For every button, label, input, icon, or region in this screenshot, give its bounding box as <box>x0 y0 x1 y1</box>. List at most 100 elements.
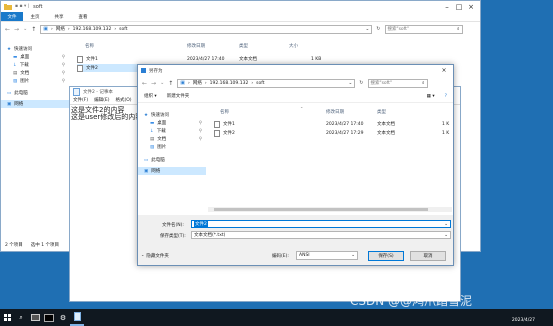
explorer-address-row: ← → ⌄ ↑ ▣ › 网络 › 192.168.109.132 › soft ⌄ ↻… <box>1 22 480 36</box>
refresh-icon[interactable]: ↻ <box>376 26 380 32</box>
back-icon[interactable]: ← <box>5 26 10 33</box>
address-dropdown-icon[interactable]: ⌄ <box>366 27 370 32</box>
refresh-icon[interactable]: ↻ <box>359 80 363 86</box>
text-file-icon <box>77 55 83 63</box>
nav-desktop[interactable]: ▬ 桌面 ⚲ <box>138 119 206 127</box>
nav-desktop[interactable]: ▬ 桌面 ⚲ <box>1 53 69 61</box>
path-host[interactable]: 192.168.109.132 <box>210 81 249 86</box>
dialog-bottom-panel: 文件名(N): 文件2 ⌄ 保存类型(T): 文本文档(*.txt) ⌄ ⌃ 隐… <box>138 215 453 265</box>
cancel-button[interactable]: 取消 <box>410 251 446 261</box>
item-count: 2 个项目 <box>5 243 23 248</box>
address-dropdown-icon[interactable]: ⌄ <box>349 81 353 86</box>
pin-icon: ⚲ <box>61 70 65 76</box>
settings-button[interactable]: ⚙ <box>56 309 70 326</box>
col-size[interactable]: 大小 <box>289 43 298 49</box>
view-options-icon[interactable]: ▦ ▾ <box>427 94 435 99</box>
picture-icon: ▨ <box>150 144 155 150</box>
dialog-toolbar: 组织 ▾ 新建文件夹 ▦ ▾ ? <box>138 90 453 103</box>
nav-pictures[interactable]: ▨ 图片 <box>138 143 206 151</box>
menu-format[interactable]: 格式(O) <box>115 97 131 103</box>
col-type[interactable]: 类型 <box>377 109 386 115</box>
server-manager-button[interactable] <box>28 309 42 326</box>
nav-network[interactable]: ▣ 网络 <box>1 100 69 108</box>
taskbar: ⌕ ⚙ 2023/4/27 <box>0 309 553 326</box>
forward-icon[interactable]: → <box>14 26 19 33</box>
recent-icon[interactable]: ⌄ <box>160 80 164 86</box>
col-date[interactable]: 修改日期 <box>187 43 205 49</box>
path-host[interactable]: 192.168.109.132 <box>73 27 112 32</box>
dialog-address-row: ← → ⌄ ↑ ▣ › 网络 › 192.168.109.132 › soft ⌄ ↻… <box>138 76 453 90</box>
search-taskbar-button[interactable]: ⌕ <box>14 309 28 326</box>
help-icon[interactable]: ? <box>445 94 447 99</box>
tab-home[interactable]: 主页 <box>23 14 47 20</box>
col-type[interactable]: 类型 <box>239 43 248 49</box>
nav-this-pc[interactable]: ▭ 此电脑 <box>138 156 206 164</box>
recent-icon[interactable]: ⌄ <box>23 26 27 32</box>
dialog-h-scrollbar[interactable] <box>208 207 452 212</box>
column-chevron-icon: ⌃ <box>300 106 304 111</box>
filename-input[interactable]: 文件2 ⌄ <box>191 220 451 228</box>
download-icon: ↓ <box>13 62 17 68</box>
path-soft[interactable]: soft <box>256 81 264 86</box>
path-network[interactable]: 网络 <box>56 26 65 32</box>
filename-label: 文件名(N): <box>162 223 184 228</box>
nav-quick-access[interactable]: ★ 快速访问 <box>1 45 69 53</box>
terminal-button[interactable] <box>42 309 56 326</box>
back-icon[interactable]: ← <box>142 80 147 87</box>
dialog-file-row[interactable]: 文件2 2023/4/27 17:29 文本文档 1 K <box>214 129 452 137</box>
tab-file[interactable]: 文件 <box>1 12 23 21</box>
col-name[interactable]: 名称 <box>85 43 94 49</box>
nav-this-pc[interactable]: ▭ 此电脑 <box>1 89 69 97</box>
forward-icon[interactable]: → <box>151 80 156 87</box>
document-icon: ▤ <box>150 136 155 142</box>
watermark: CSDN @@鸿爪踏雪泥 <box>350 294 473 308</box>
quick-toolbar[interactable]: ▪ ▪ ▾ | <box>15 4 29 9</box>
pin-icon: ⚲ <box>198 120 202 126</box>
explorer-address-bar[interactable]: ▣ › 网络 › 192.168.109.132 › soft ⌄ <box>40 24 373 34</box>
start-button[interactable] <box>0 309 14 326</box>
notepad-title: 文件2 - 记事本 <box>83 89 113 95</box>
col-date[interactable]: 修改日期 <box>326 109 344 115</box>
desktop-icon: ▬ <box>13 54 18 60</box>
nav-documents[interactable]: ▤ 文档 ⚲ <box>1 69 69 77</box>
nav-documents[interactable]: ▤ 文档 ⚲ <box>138 135 206 143</box>
file-row-selected[interactable]: 文件2 <box>77 64 137 72</box>
explorer-search-input[interactable]: 搜索"soft" ⌕ <box>384 24 463 34</box>
encoding-select[interactable]: ANSI ⌄ <box>296 251 358 260</box>
nav-downloads[interactable]: ↓ 下载 ⚲ <box>138 127 206 135</box>
file-row[interactable]: 文件1 2023/4/27 17:40 文本文档 1 KB <box>77 55 327 63</box>
dialog-address-bar[interactable]: ▣ › 网络 › 192.168.109.132 › soft ⌄ <box>177 78 356 88</box>
nav-downloads[interactable]: ↓ 下载 ⚲ <box>1 61 69 69</box>
save-button[interactable]: 保存(S) <box>368 251 404 261</box>
close-icon[interactable]: × <box>465 1 477 12</box>
text-file-icon <box>214 129 220 137</box>
search-icon: ⌕ <box>421 81 425 86</box>
hide-folders-toggle[interactable]: ⌃ 隐藏文件夹 <box>141 253 169 260</box>
col-name[interactable]: 名称 <box>220 109 229 115</box>
path-network[interactable]: 网络 <box>193 80 202 86</box>
nav-pictures[interactable]: ▨ 图片 ⚲ <box>1 77 69 85</box>
nav-quick-access[interactable]: ★ 快速访问 <box>138 111 206 119</box>
menu-file[interactable]: 文件(F) <box>73 97 88 103</box>
filetype-select[interactable]: 文本文档(*.txt) ⌄ <box>191 231 451 239</box>
close-icon[interactable]: × <box>438 65 450 76</box>
taskbar-date: 2023/4/27 <box>511 318 535 323</box>
organize-button[interactable]: 组织 ▾ <box>144 93 157 99</box>
explorer-nav-pane: ★ 快速访问 ▬ 桌面 ⚲ ↓ 下载 ⚲ ▤ 文档 ⚲ ▨ 图片 ⚲ ▭ 此电脑 ▣ 网络 <box>1 45 69 108</box>
menu-edit[interactable]: 编辑(E) <box>94 97 109 103</box>
up-icon[interactable]: ↑ <box>168 80 173 87</box>
tab-share[interactable]: 共享 <box>47 14 71 20</box>
minimize-icon[interactable]: – <box>441 1 453 12</box>
nav-network[interactable]: ▣ 网络 <box>138 167 206 175</box>
dialog-title: 另存为 <box>149 68 163 74</box>
up-icon[interactable]: ↑ <box>31 26 36 33</box>
tab-view[interactable]: 查看 <box>71 14 95 20</box>
new-folder-button[interactable]: 新建文件夹 <box>167 93 190 99</box>
dialog-file-row[interactable]: 文件1 2023/4/27 17:40 文本文档 1 K <box>214 120 452 128</box>
dialog-search-input[interactable]: 搜索"soft" ⌕ <box>367 78 428 88</box>
pin-icon: ⚲ <box>198 136 202 142</box>
notepad-taskbar-button[interactable] <box>70 309 84 326</box>
maximize-icon[interactable]: □ <box>453 1 465 12</box>
text-file-icon <box>214 120 220 128</box>
path-soft[interactable]: soft <box>119 27 127 32</box>
